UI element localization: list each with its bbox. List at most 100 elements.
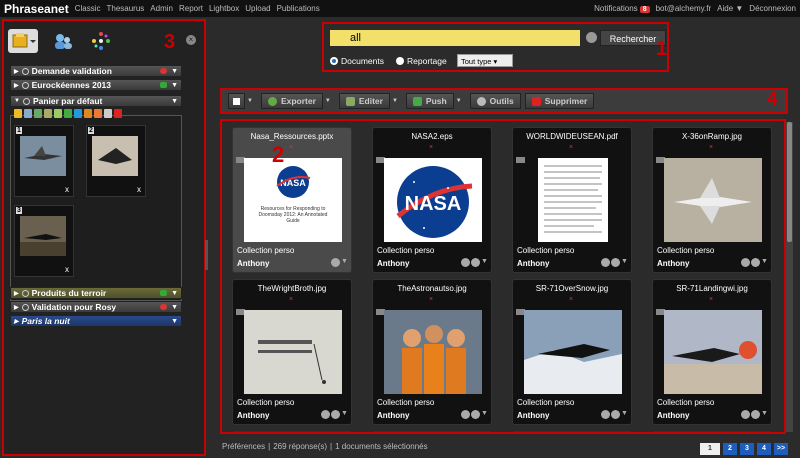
grid-icon[interactable] (24, 109, 32, 118)
card-menu-icon[interactable]: ▼ (341, 410, 348, 419)
thesaurus-tab[interactable] (86, 29, 116, 53)
nav-thesaurus[interactable]: Thesaurus (106, 4, 144, 13)
next-pages-button[interactable]: >> (774, 443, 788, 455)
preferences-link[interactable]: Préférences (222, 442, 265, 451)
result-card[interactable] (652, 431, 772, 432)
basket-paris-la-nuit[interactable]: ▶ Paris la nuit ▼ (10, 315, 182, 327)
list-icon[interactable] (54, 109, 62, 118)
nav-publications[interactable]: Publications (277, 4, 320, 13)
basket-item[interactable]: 3 x (14, 205, 74, 277)
delete-button[interactable]: Supprimer (524, 93, 595, 109)
nav-classic[interactable]: Classic (75, 4, 101, 13)
select-menu-icon[interactable]: ▼ (247, 98, 253, 104)
info-icon[interactable] (461, 258, 470, 267)
card-menu-icon[interactable]: ▼ (621, 258, 628, 267)
info-icon[interactable] (741, 258, 750, 267)
edit-icon[interactable] (44, 109, 52, 118)
help-menu[interactable]: Aide ▼ (717, 4, 743, 13)
card-menu-icon[interactable]: ▼ (341, 258, 348, 267)
select-all-button[interactable] (228, 93, 245, 109)
basket-menu-icon[interactable]: ▼ (160, 304, 178, 311)
radio-documents[interactable]: Documents (330, 56, 384, 66)
nav-report[interactable]: Report (179, 4, 203, 13)
rss-icon[interactable] (94, 109, 102, 118)
users-tab[interactable] (48, 29, 78, 53)
logout-link[interactable]: Déconnexion (749, 4, 796, 13)
nav-lightbox[interactable]: Lightbox (209, 4, 239, 13)
scrollbar-thumb[interactable] (787, 122, 792, 242)
card-menu-icon[interactable]: ▼ (481, 410, 488, 419)
type-select[interactable]: Tout type ▾ (457, 54, 513, 67)
edit-menu-icon[interactable]: ▼ (392, 98, 398, 104)
result-card[interactable]: NASA2.eps × NASA Collection perso Anthon… (372, 127, 492, 273)
page-2[interactable]: 2 (723, 443, 737, 455)
export-icon[interactable] (34, 109, 42, 118)
export-button[interactable]: Exporter (260, 93, 323, 109)
page-4[interactable]: 4 (757, 443, 771, 455)
result-card[interactable]: WORLDWIDEUSEAN.pdf × Collection perso An… (512, 127, 632, 273)
zoom-icon[interactable] (331, 410, 340, 419)
zoom-icon[interactable] (751, 410, 760, 419)
expand-arrow-icon[interactable]: ▶ (14, 290, 19, 297)
remove-item-icon[interactable]: x (65, 265, 69, 274)
user-account-link[interactable]: bot@alchemy.fr (656, 4, 712, 13)
card-menu-icon[interactable]: ▼ (621, 410, 628, 419)
zoom-icon[interactable] (611, 410, 620, 419)
basket-produits-du-terroir[interactable]: ▶ Produits du terroir ▼ (10, 287, 182, 299)
info-icon[interactable] (331, 258, 340, 267)
result-card[interactable]: SR-71Landingwi.jpg × Collection perso An… (652, 279, 772, 425)
basket-item[interactable]: 2 x (86, 125, 146, 197)
push-menu-icon[interactable]: ▼ (456, 98, 462, 104)
nav-upload[interactable]: Upload (245, 4, 270, 13)
basket-menu-icon[interactable]: ▼ (160, 290, 178, 297)
view-icon[interactable] (74, 109, 82, 118)
expand-arrow-icon[interactable]: ▶ (14, 318, 19, 325)
result-card[interactable] (232, 431, 352, 432)
baskets-tab[interactable] (8, 29, 38, 53)
basket-demande-validation[interactable]: ▶ Demande validation ▼ (10, 65, 182, 77)
result-card[interactable]: TheWrightBroth.jpg × Collection perso An… (232, 279, 352, 425)
export-menu-icon[interactable]: ▼ (325, 98, 331, 104)
card-menu-icon[interactable]: ▼ (761, 258, 768, 267)
clear-search-icon[interactable] (586, 32, 597, 43)
info-icon[interactable] (321, 410, 330, 419)
notifications-link[interactable]: Notifications 8 (594, 4, 650, 13)
result-card[interactable]: X-36onRamp.jpg × Collection perso Anthon… (652, 127, 772, 273)
basket-menu-icon[interactable]: ▼ (171, 98, 178, 105)
remove-item-icon[interactable]: x (137, 185, 141, 194)
zoom-icon[interactable] (751, 258, 760, 267)
basket-menu-icon[interactable]: ▼ (171, 318, 178, 325)
collapse-arrow-icon[interactable]: ▼ (14, 98, 20, 104)
push-button[interactable]: Push (405, 93, 454, 109)
info-icon[interactable] (601, 258, 610, 267)
page-1[interactable]: 1 (700, 443, 720, 455)
card-menu-icon[interactable]: ▼ (761, 410, 768, 419)
result-card[interactable] (372, 431, 492, 432)
expand-arrow-icon[interactable]: ▶ (14, 68, 19, 75)
zoom-icon[interactable] (611, 258, 620, 267)
result-card[interactable]: SR-71OverSnow.jpg × Collection perso Ant… (512, 279, 632, 425)
basket-item[interactable]: 1 x (14, 125, 74, 197)
zoom-icon[interactable] (471, 410, 480, 419)
info-icon[interactable] (14, 109, 22, 118)
delete-icon[interactable] (114, 109, 122, 118)
remove-item-icon[interactable]: x (65, 185, 69, 194)
expand-arrow-icon[interactable]: ▶ (14, 82, 19, 89)
tools-button[interactable]: Outils (469, 93, 521, 109)
print-icon[interactable] (84, 109, 92, 118)
edit-button[interactable]: Editer (338, 93, 390, 109)
push-icon[interactable] (64, 109, 72, 118)
info-icon[interactable] (461, 410, 470, 419)
basket-panier-par-defaut[interactable]: ▼ Panier par défaut ▼ (10, 95, 182, 107)
result-card[interactable]: Nasa_Ressources.pptx × NASA Resources fo… (232, 127, 352, 273)
result-card[interactable]: TheAstronautso.jpg × Collection perso An… (372, 279, 492, 425)
app-logo[interactable]: Phraseanet (4, 2, 69, 16)
panel-resize-handle[interactable] (205, 240, 208, 270)
basket-validation-rosy[interactable]: ▶ Validation pour Rosy ▼ (10, 301, 182, 313)
info-icon[interactable] (601, 410, 610, 419)
settings-icon[interactable] (104, 109, 112, 118)
page-3[interactable]: 3 (740, 443, 754, 455)
nav-admin[interactable]: Admin (150, 4, 173, 13)
expand-arrow-icon[interactable]: ▶ (14, 304, 19, 311)
radio-reportage[interactable]: Reportage (396, 56, 447, 66)
